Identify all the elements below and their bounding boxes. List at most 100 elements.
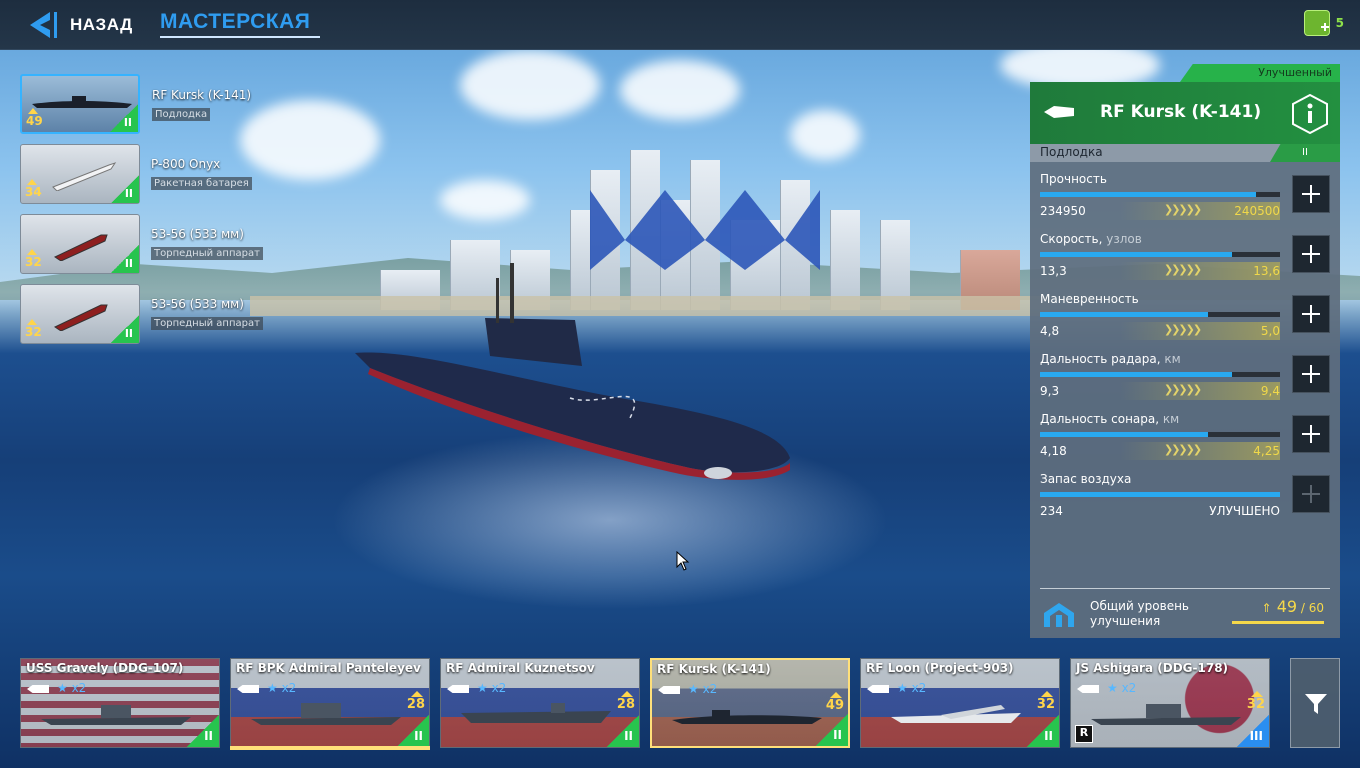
stat-bar bbox=[1040, 492, 1280, 497]
selected-underline bbox=[230, 746, 430, 750]
filter-button[interactable] bbox=[1290, 658, 1340, 748]
loadout-list: 49 II RF Kursk (K-141) Подлодка 34 II P-… bbox=[20, 74, 263, 354]
page-title: МАСТЕРСКАЯ bbox=[160, 10, 311, 33]
back-button[interactable]: НАЗАД bbox=[28, 8, 133, 42]
fleet-card[interactable]: USS Gravely (DDG-107) ★ x2 II bbox=[20, 658, 220, 748]
torpedo-icon bbox=[53, 234, 108, 261]
upgrade-plus-button[interactable] bbox=[1292, 355, 1330, 393]
fleet-card-selected[interactable]: RF Kursk (K-141) ★ x2 49 II bbox=[650, 658, 850, 748]
upgrade-token-icon bbox=[1303, 10, 1330, 36]
level-chevron-icon bbox=[28, 106, 38, 114]
upgrade-plus-button[interactable] bbox=[1292, 175, 1330, 213]
card-name: RF Loon (Project-903) bbox=[866, 661, 1014, 675]
ship-model-icon bbox=[891, 705, 1021, 723]
stat-maneuverability: Маневренность 4,8 ❯❯❯❯❯ 5,0 bbox=[1040, 292, 1330, 342]
slot-type: Ракетная батарея bbox=[151, 177, 252, 190]
stat-sonar-range: Дальность сонара, км 4,18 ❯❯❯❯❯ 4,25 bbox=[1040, 412, 1330, 462]
stat-label: Дальность радара, км bbox=[1040, 352, 1181, 366]
card-level: 28 bbox=[616, 697, 635, 712]
card-name: RF BPK Admiral Panteleyev bbox=[236, 661, 421, 675]
stat-speed: Скорость, узлов 13,3 ❯❯❯❯❯ 13,6 bbox=[1040, 232, 1330, 282]
currency-display[interactable]: 5 bbox=[1303, 10, 1344, 36]
top-bar: НАЗАД МАСТЕРСКАЯ 5 bbox=[0, 0, 1360, 50]
ship-model-icon bbox=[41, 705, 191, 725]
upgrade-plus-button-disabled bbox=[1292, 475, 1330, 513]
upgrade-plus-button[interactable] bbox=[1292, 415, 1330, 453]
slot-level: 32 bbox=[25, 325, 42, 339]
stat-max: 4,25 bbox=[1253, 444, 1280, 458]
level-chevron-icon bbox=[27, 247, 37, 255]
slot-level: 32 bbox=[25, 255, 42, 269]
stat-value: 234 bbox=[1040, 504, 1063, 518]
stat-value: 13,3 bbox=[1040, 264, 1067, 278]
card-stars: ★ x2 bbox=[897, 681, 927, 695]
level-chevron-icon bbox=[411, 685, 423, 697]
card-level: 32 bbox=[1036, 697, 1055, 712]
stat-bar bbox=[1040, 312, 1280, 317]
rarity-label: Улучшенный bbox=[1180, 64, 1340, 82]
chevron-icon: ⇑ bbox=[1261, 601, 1272, 615]
upgrade-plus-button[interactable] bbox=[1292, 295, 1330, 333]
fleet-card[interactable]: RF Admiral Kuznetsov ★ x2 28 II bbox=[440, 658, 640, 748]
score-underline bbox=[1232, 621, 1324, 624]
stats-body: Подлодка II Прочность 234950 ❯❯❯❯❯ 24050… bbox=[1030, 144, 1340, 638]
info-icon[interactable] bbox=[1290, 94, 1330, 134]
filter-icon bbox=[1305, 694, 1327, 714]
rent-badge-icon: R bbox=[1075, 725, 1093, 743]
card-level: 28 bbox=[406, 697, 425, 712]
ship-model-icon bbox=[672, 710, 822, 724]
stat-bar bbox=[1040, 372, 1280, 377]
stat-durability: Прочность 234950 ❯❯❯❯❯ 240500 bbox=[1040, 172, 1330, 222]
stat-value: 4,8 bbox=[1040, 324, 1060, 338]
ship-stats-panel: Улучшенный RF Kursk (K-141) Подлодка II … bbox=[1030, 64, 1340, 638]
stat-air-supply: Запас воздуха 234 УЛУЧШЕНО bbox=[1040, 472, 1330, 522]
torpedo-icon bbox=[53, 304, 108, 331]
stat-max: 5,0 bbox=[1260, 324, 1280, 338]
stat-value: 4,18 bbox=[1040, 444, 1067, 458]
upgrade-plus-button[interactable] bbox=[1292, 235, 1330, 273]
ship-header: RF Kursk (K-141) bbox=[1030, 82, 1340, 144]
tier-badge: III bbox=[1237, 715, 1269, 747]
mouse-cursor-icon bbox=[676, 551, 690, 571]
card-name: USS Gravely (DDG-107) bbox=[26, 661, 184, 675]
slot-type: Торпедный аппарат bbox=[151, 247, 263, 260]
stat-max: 240500 bbox=[1234, 204, 1280, 218]
title-underline bbox=[160, 36, 320, 38]
loadout-slot-torpedo-1[interactable]: 32 II 53-56 (533 мм) Торпедный аппарат bbox=[20, 214, 263, 274]
tier-badge: II bbox=[111, 315, 139, 343]
stat-bar bbox=[1040, 432, 1280, 437]
level-chevron-icon bbox=[1041, 685, 1053, 697]
stat-max: 13,6 bbox=[1253, 264, 1280, 278]
level-chevron-icon bbox=[27, 177, 37, 185]
stat-label: Запас воздуха bbox=[1040, 472, 1132, 486]
tier-badge: II bbox=[397, 715, 429, 747]
slot-name: 53-56 (533 мм) bbox=[151, 297, 244, 311]
submarine-class-icon bbox=[1044, 106, 1074, 118]
slot-name: P-800 Onyx bbox=[151, 157, 221, 171]
loadout-slot-hull[interactable]: 49 II RF Kursk (K-141) Подлодка bbox=[20, 74, 251, 134]
submarine-model bbox=[355, 263, 790, 480]
ship-name: RF Kursk (K-141) bbox=[1100, 102, 1262, 122]
fleet-card[interactable]: RF BPK Admiral Panteleyev ★ x2 28 II bbox=[230, 658, 430, 748]
slot-type: Торпедный аппарат bbox=[151, 317, 263, 330]
card-stars: ★ x2 bbox=[688, 682, 718, 696]
ship-model-icon bbox=[461, 703, 611, 723]
slot-type: Подлодка bbox=[152, 108, 211, 121]
total-upgrade-level: Общий уровень улучшения ⇑ 49 / 60 bbox=[1040, 588, 1330, 634]
currency-count: 5 bbox=[1335, 16, 1344, 30]
loadout-slot-missiles[interactable]: 34 II P-800 Onyx Ракетная батарея bbox=[20, 144, 252, 204]
card-stars: ★ x2 bbox=[267, 681, 297, 695]
back-arrow-icon bbox=[30, 12, 57, 38]
level-chevron-icon bbox=[27, 317, 37, 325]
loadout-slot-torpedo-2[interactable]: 32 II 53-56 (533 мм) Торпедный аппарат bbox=[20, 284, 263, 344]
tier-badge: II bbox=[110, 104, 138, 132]
total-score: ⇑ 49 / 60 bbox=[1261, 597, 1324, 616]
stat-gain-arrows: ❯❯❯❯❯ bbox=[1120, 382, 1280, 400]
total-label: Общий уровень улучшения bbox=[1090, 599, 1189, 628]
fleet-card[interactable]: RF Loon (Project-903) ★ x2 32 II bbox=[860, 658, 1060, 748]
ship-tier: II bbox=[1270, 144, 1340, 162]
level-chevron-icon bbox=[830, 686, 842, 698]
fleet-card[interactable]: JS Ashigara (DDG-178) ★ x2 32 R III bbox=[1070, 658, 1270, 748]
stat-gain-arrows: ❯❯❯❯❯ bbox=[1120, 322, 1280, 340]
stat-value: 9,3 bbox=[1040, 384, 1060, 398]
